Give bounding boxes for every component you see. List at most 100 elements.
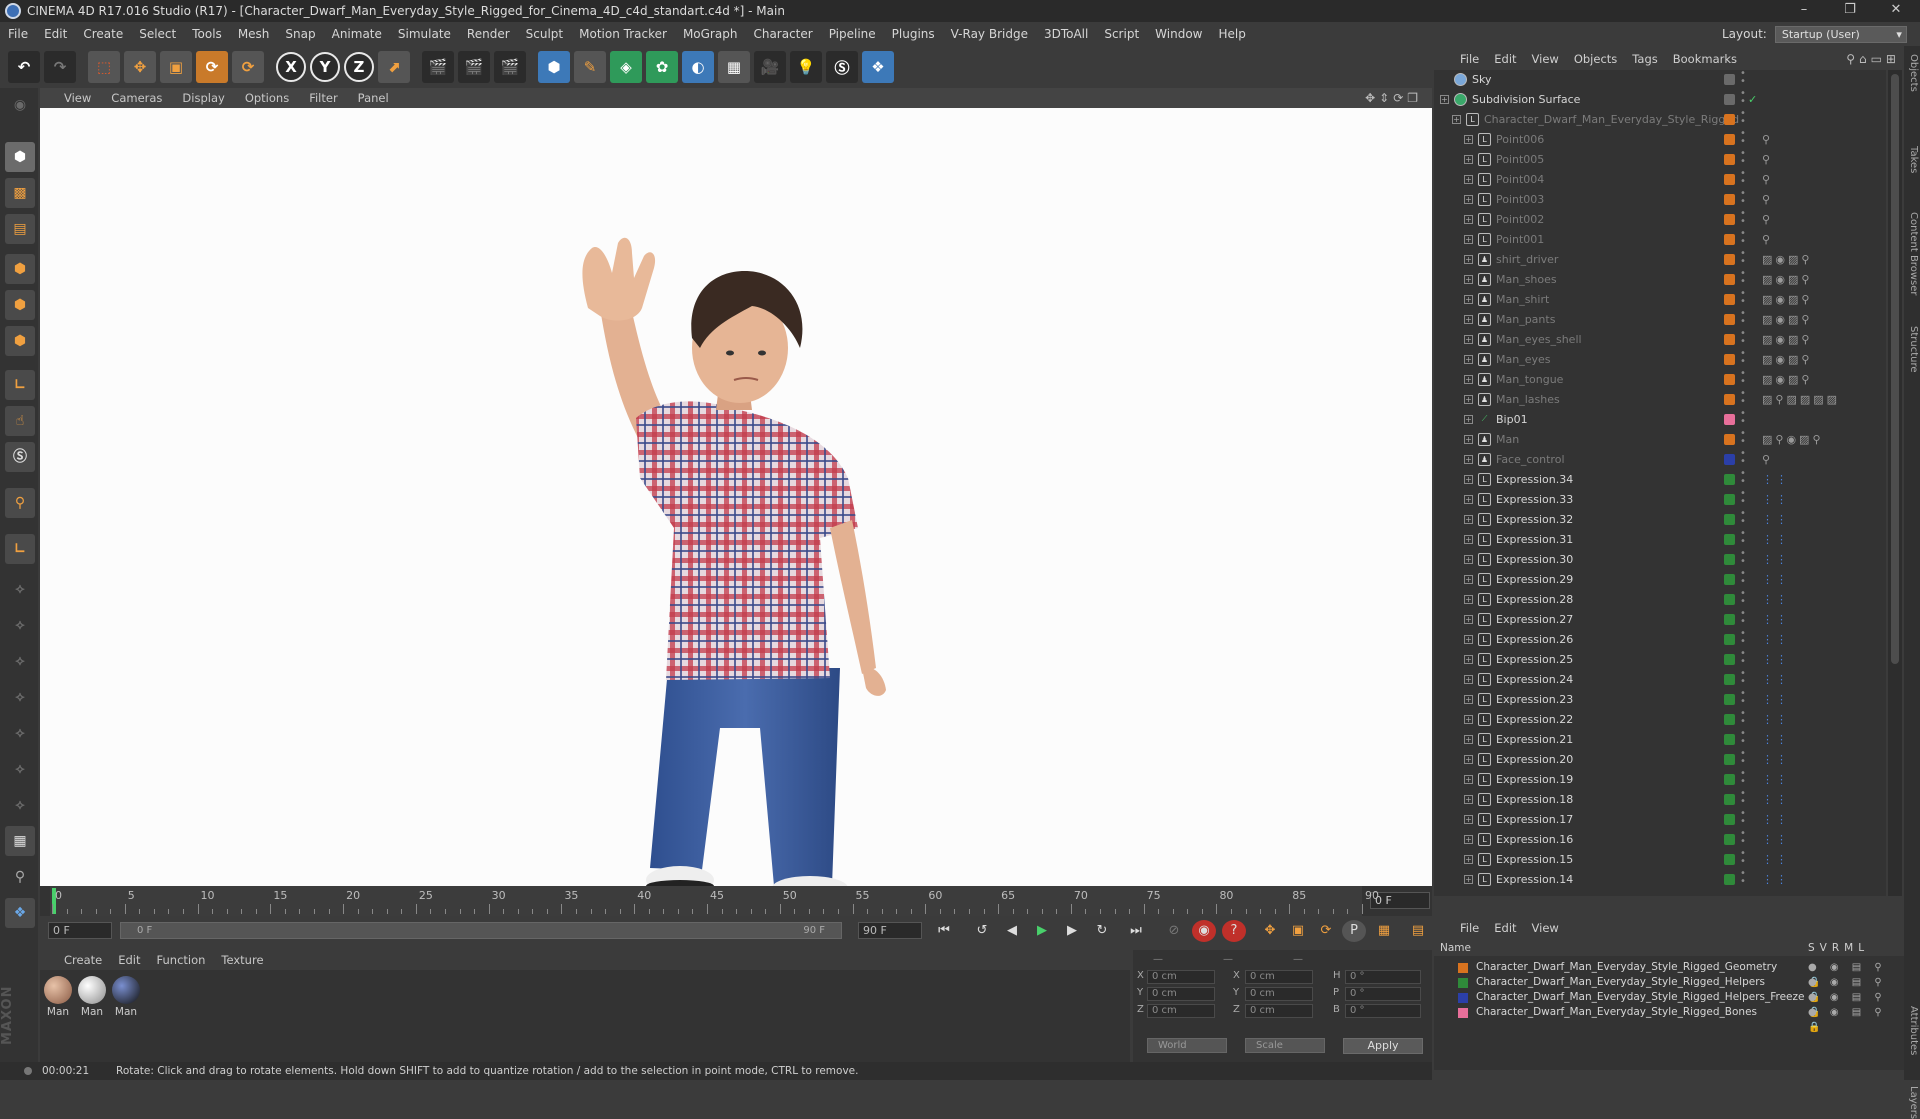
current-frame-field[interactable]: 0 F [1370, 892, 1430, 909]
render-view-icon[interactable]: 🎬 [422, 51, 454, 83]
layer-color-swatch[interactable] [1724, 274, 1735, 285]
viewport-menu-display[interactable]: Display [182, 91, 224, 105]
object-row[interactable]: + L Expression.27 • • ⋮⋮ [1434, 609, 1886, 630]
timeline-ruler[interactable] [50, 886, 1362, 916]
object-row[interactable]: + L Expression.26 • • ⋮⋮ [1434, 629, 1886, 650]
minimize-button[interactable]: – [1784, 0, 1824, 22]
layer-color-swatch[interactable] [1724, 254, 1735, 265]
object-row[interactable]: + ♟ Man_shoes • • ▨◉▨⚲ [1434, 269, 1886, 290]
coord-size-field[interactable]: 0 cm [1245, 987, 1313, 1001]
joint-tool-icon[interactable]: ⟡ [5, 610, 35, 640]
layer-row[interactable]: Character_Dwarf_Man_Everyday_Style_Rigge… [1434, 975, 1904, 1003]
side-tab-structure[interactable]: Structure [1905, 326, 1919, 373]
maximize-button[interactable]: ❐ [1830, 0, 1870, 22]
layer-color-swatch[interactable] [1724, 754, 1735, 765]
object-row[interactable]: + L Point004 • • ⚲ [1434, 169, 1886, 190]
expand-toggle-icon[interactable] [1440, 75, 1449, 84]
layer-color-swatch[interactable] [1724, 634, 1735, 645]
expand-toggle-icon[interactable]: + [1464, 835, 1473, 844]
layer-color-swatch[interactable] [1724, 654, 1735, 665]
record-position-icon[interactable]: ✥ [1258, 920, 1282, 942]
mirror-tool-icon[interactable]: ⟡ [5, 790, 35, 820]
object-tags[interactable]: ⋮⋮ [1762, 750, 1790, 770]
visibility-dots-icon[interactable]: • • [1740, 409, 1748, 427]
layer-color-swatch[interactable] [1724, 174, 1735, 185]
object-tags[interactable]: ⚲ [1762, 210, 1773, 230]
material-item[interactable]: Man [44, 976, 72, 1018]
coordinate-space-dropdown[interactable]: World [1147, 1038, 1227, 1053]
object-row[interactable]: + L Expression.16 • • ⋮⋮ [1434, 829, 1886, 850]
next-frame-icon[interactable]: ▶ [1060, 920, 1084, 942]
coord-position-field[interactable]: 0 cm [1147, 970, 1215, 984]
layout-dropdown[interactable]: Startup (User) [1774, 25, 1907, 43]
expand-toggle-icon[interactable]: + [1464, 855, 1473, 864]
live-selection-icon[interactable]: ⬚ [88, 51, 120, 83]
layer-color-swatch[interactable] [1724, 434, 1735, 445]
object-menu-file[interactable]: File [1460, 52, 1479, 66]
coord-rotation-field[interactable]: 0 ° [1345, 987, 1421, 1001]
visibility-dots-icon[interactable]: • • [1740, 589, 1748, 607]
object-tags[interactable]: ⋮⋮ [1762, 490, 1790, 510]
autokeying-icon[interactable]: ? [1222, 920, 1246, 942]
visibility-dots-icon[interactable]: • • [1740, 70, 1748, 87]
object-tags[interactable]: ▨⚲▨▨▨▨ [1762, 390, 1840, 410]
close-button[interactable]: ✕ [1876, 0, 1916, 22]
menu-edit[interactable]: Edit [36, 27, 75, 41]
render-picture-viewer-icon[interactable]: 🎬 [458, 51, 490, 83]
layer-color-swatch[interactable] [1724, 114, 1735, 125]
layer-row[interactable]: Character_Dwarf_Man_Everyday_Style_Rigge… [1434, 990, 1904, 1018]
expand-toggle-icon[interactable]: + [1464, 635, 1473, 644]
object-row[interactable]: + L Expression.23 • • ⋮⋮ [1434, 689, 1886, 710]
expand-toggle-icon[interactable]: + [1464, 415, 1473, 424]
object-tags[interactable]: ⚲ [1762, 130, 1773, 150]
layer-color-swatch[interactable] [1724, 374, 1735, 385]
expand-toggle-icon[interactable]: + [1464, 295, 1473, 304]
layer-color-swatch[interactable] [1724, 214, 1735, 225]
object-row[interactable]: + L Expression.24 • • ⋮⋮ [1434, 669, 1886, 690]
move-icon[interactable]: ✥ [124, 51, 156, 83]
object-tags[interactable]: ⋮⋮ [1762, 850, 1790, 870]
go-to-start-icon[interactable]: ⏮ [932, 920, 956, 942]
layer-color-swatch[interactable] [1724, 314, 1735, 325]
python-icon[interactable]: ❖ [862, 51, 894, 83]
expand-toggle-icon[interactable]: + [1464, 795, 1473, 804]
expand-toggle-icon[interactable]: + [1464, 715, 1473, 724]
object-row[interactable]: + ⟋ Bip01 • • [1434, 409, 1886, 430]
pose-tool-icon[interactable]: ⟡ [5, 754, 35, 784]
visibility-dots-icon[interactable]: • • [1740, 709, 1748, 727]
object-tags[interactable]: ⋮⋮ [1762, 670, 1790, 690]
expand-toggle-icon[interactable]: + [1452, 115, 1461, 124]
object-row[interactable]: + L Expression.32 • • ⋮⋮ [1434, 509, 1886, 530]
object-tags[interactable]: ▨◉▨⚲ [1762, 370, 1812, 390]
visibility-dots-icon[interactable]: • • [1740, 449, 1748, 467]
layer-color-swatch[interactable] [1724, 574, 1735, 585]
layer-menu-view[interactable]: View [1532, 921, 1559, 935]
viewport-menu-filter[interactable]: Filter [309, 91, 337, 105]
visibility-dots-icon[interactable]: • • [1740, 609, 1748, 627]
expand-toggle-icon[interactable]: + [1464, 215, 1473, 224]
end-frame-field[interactable]: 90 F [858, 922, 922, 939]
layer-color-swatch[interactable] [1724, 394, 1735, 405]
visibility-dots-icon[interactable]: • • [1740, 629, 1748, 647]
menu-sculpt[interactable]: Sculpt [518, 27, 571, 41]
model-mode-icon[interactable]: ⬢ [5, 142, 35, 172]
object-tags[interactable]: ▨◉▨⚲ [1762, 350, 1812, 370]
object-tags[interactable]: ⋮⋮ [1762, 650, 1790, 670]
object-row[interactable]: + L Expression.18 • • ⋮⋮ [1434, 789, 1886, 810]
visibility-dots-icon[interactable]: • • [1740, 649, 1748, 667]
layer-color-swatch[interactable] [1724, 834, 1735, 845]
object-row[interactable]: + ♟ shirt_driver • • ▨◉▨⚲ [1434, 249, 1886, 270]
expand-toggle-icon[interactable]: + [1464, 555, 1473, 564]
object-tags[interactable]: ⚲ [1762, 190, 1773, 210]
object-row[interactable]: Sky • • [1434, 70, 1886, 90]
expand-toggle-icon[interactable]: + [1464, 355, 1473, 364]
menu-snap[interactable]: Snap [277, 27, 323, 41]
material-item[interactable]: Man [112, 976, 140, 1018]
object-tags[interactable]: ▨◉▨⚲ [1762, 250, 1812, 270]
layer-color-swatch[interactable] [1724, 94, 1735, 105]
object-tags[interactable]: ⚲ [1762, 150, 1773, 170]
go-to-end-icon[interactable]: ⏭ [1124, 920, 1148, 942]
redo-icon[interactable]: ↷ [44, 51, 76, 83]
material-menu-edit[interactable]: Edit [118, 953, 140, 967]
spline-pen-icon[interactable]: ✎ [574, 51, 606, 83]
